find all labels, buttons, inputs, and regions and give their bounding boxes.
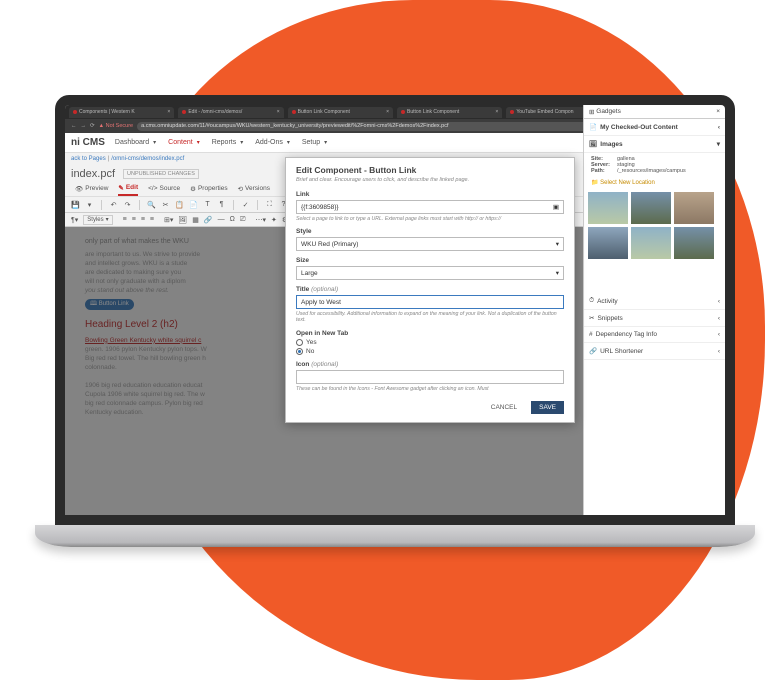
nav-reports[interactable]: Reports — [212, 139, 244, 146]
link-picker-icon[interactable]: ▣ — [553, 203, 559, 211]
gadget-dependency[interactable]: #Dependency Tag Info‹ — [584, 327, 725, 343]
gadgets-panel: ⊞ Gadgets × 📄My Checked-Out Content‹ 🖼Im… — [583, 105, 725, 515]
crumb-path[interactable]: /omni-cms/demos/index.pcf — [111, 156, 184, 162]
icon-input[interactable] — [296, 370, 564, 384]
cms-brand: ni CMS — [71, 137, 105, 148]
forward-icon[interactable]: → — [81, 123, 87, 129]
nav-dashboard[interactable]: Dashboard — [115, 139, 156, 146]
modal-title: Edit Component - Button Link — [286, 158, 574, 177]
close-icon[interactable]: × — [386, 109, 389, 115]
size-label: Size — [296, 257, 564, 264]
browser-tab[interactable]: Edit - /omni-cms/demos/× — [178, 107, 283, 118]
gadget-images[interactable]: 🖼Images▾ — [584, 136, 725, 153]
close-icon[interactable]: × — [495, 109, 498, 115]
copy-icon[interactable]: 📋 — [175, 200, 184, 209]
gadgets-icon: ⊞ — [589, 108, 594, 116]
tab-edit[interactable]: ✎ Edit — [118, 184, 138, 196]
find-icon[interactable]: 🔍 — [147, 200, 156, 209]
paste-icon[interactable]: 📄 — [189, 200, 198, 209]
modal-subtitle: Brief and clear. Encourage users to clic… — [286, 177, 574, 188]
style-label: Style — [296, 228, 564, 235]
thumbnail[interactable] — [674, 192, 714, 224]
thumbnail[interactable] — [588, 192, 628, 224]
nav-addons[interactable]: Add-Ons — [255, 139, 290, 146]
tab-preview[interactable]: 👁 Preview — [75, 185, 108, 195]
unpublished-badge: UNPUBLISHED CHANGES — [123, 169, 199, 179]
image-thumbnails — [584, 188, 725, 263]
gadget-activity[interactable]: ⏱Activity‹ — [584, 293, 725, 310]
gadget-snippets[interactable]: ✂Snippets‹ — [584, 310, 725, 327]
title-label: Title (optional) — [296, 286, 564, 293]
close-icon[interactable]: × — [716, 108, 720, 115]
page-title: index.pcf — [71, 168, 115, 180]
save-icon[interactable]: 💾 — [71, 200, 80, 209]
icon-label: Icon (optional) — [296, 361, 564, 368]
undo-icon[interactable]: ↶ — [109, 200, 118, 209]
close-icon[interactable]: × — [277, 109, 280, 115]
back-link[interactable]: ack to Pages — [71, 156, 106, 162]
cut-icon[interactable]: ✂ — [161, 200, 170, 209]
cms-screen: Components | Western K× Edit - /omni-cms… — [65, 105, 725, 515]
gadgets-header: ⊞ Gadgets × — [584, 105, 725, 119]
title-input[interactable]: Apply to West — [296, 295, 564, 309]
nav-content[interactable]: Content — [168, 139, 200, 146]
nav-setup[interactable]: Setup — [302, 139, 327, 146]
save-button[interactable]: SAVE — [531, 401, 564, 414]
video-icon[interactable]: ▦ — [192, 216, 199, 224]
edit-component-modal: Edit Component - Button Link Brief and c… — [285, 157, 575, 423]
redo-icon[interactable]: ↷ — [123, 200, 132, 209]
link-icon[interactable]: 🔗 — [204, 216, 213, 224]
size-select[interactable]: Large▾ — [296, 266, 564, 280]
dropdown-icon[interactable]: ▾ — [85, 200, 94, 209]
browser-tab[interactable]: Button Link Component× — [288, 107, 393, 118]
laptop-base — [35, 525, 755, 547]
browser-tab[interactable]: Components | Western K× — [69, 107, 174, 118]
browser-tab[interactable]: Button Link Component× — [397, 107, 502, 118]
tab-properties[interactable]: ⚙ Properties — [190, 185, 227, 195]
newtab-label: Open in New Tab — [296, 330, 564, 337]
image-icon: 🖼 — [589, 140, 597, 148]
gadget-checkedout[interactable]: 📄My Checked-Out Content‹ — [584, 119, 725, 136]
link-label: Link — [296, 191, 564, 198]
select-new-location[interactable]: 📁 Select New Location — [584, 177, 725, 188]
thumbnail[interactable] — [631, 227, 671, 259]
tab-source[interactable]: </> Source — [148, 185, 180, 194]
thumbnail[interactable] — [674, 227, 714, 259]
thumbnail[interactable] — [631, 192, 671, 224]
image-icon[interactable]: 🖼 — [178, 216, 187, 224]
newtab-yes[interactable]: Yes — [296, 339, 564, 346]
close-icon[interactable]: × — [167, 109, 170, 115]
newtab-no[interactable]: No — [296, 348, 564, 355]
cancel-button[interactable]: CANCEL — [483, 401, 525, 414]
gadget-url-shortener[interactable]: 🔗URL Shortener‹ — [584, 343, 725, 360]
link-input[interactable]: {{f:3609858}} ▣ — [296, 200, 564, 214]
not-secure-badge: ▲ Not Secure — [99, 123, 134, 129]
chevron-down-icon: ▾ — [556, 240, 559, 248]
reload-icon[interactable]: ⟳ — [90, 123, 95, 129]
style-select[interactable]: Styles — [83, 215, 112, 225]
chevron-down-icon: ▾ — [556, 269, 559, 277]
thumbnail[interactable] — [588, 227, 628, 259]
style-select[interactable]: WKU Red (Primary)▾ — [296, 237, 564, 251]
tab-versions[interactable]: ⟲ Versions — [238, 185, 270, 195]
back-icon[interactable]: ← — [71, 123, 77, 129]
